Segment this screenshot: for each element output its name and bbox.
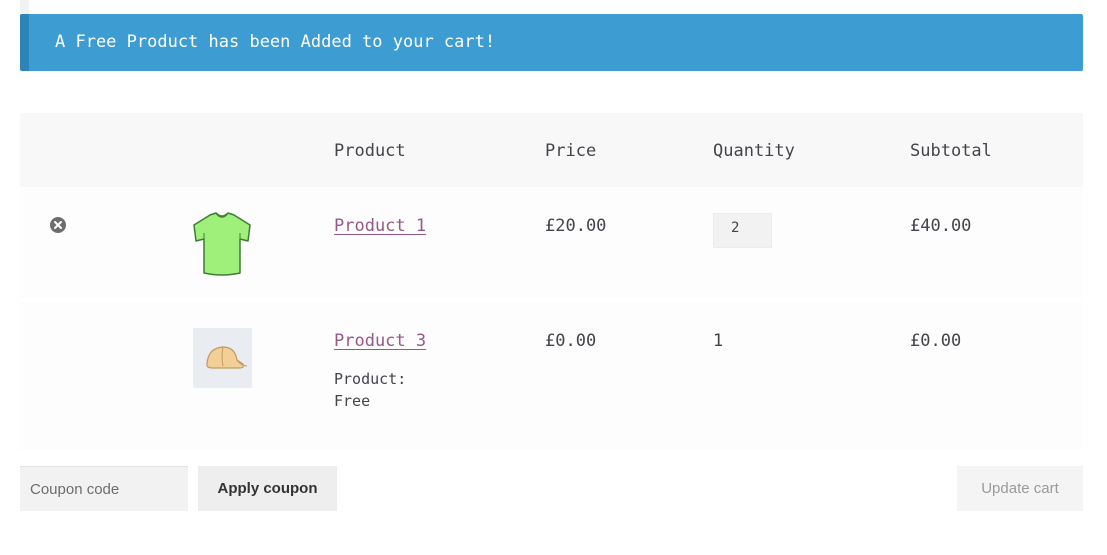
table-header: Product Price Quantity Subtotal [20,113,1083,187]
price: £0.00 [545,331,597,351]
coupon-code-input[interactable]: Coupon code [20,466,188,511]
product-link[interactable]: Product 3 [334,331,426,351]
cart-notice: A Free Product has been Added to your ca… [20,14,1083,71]
meta-label: Product: [334,370,407,388]
header-quantity: Quantity [713,141,795,161]
product-link[interactable]: Product 1 [334,216,426,236]
header-product: Product [334,141,406,161]
table-row: Product 1 £20.00 2 £40.00 [20,187,1083,299]
price: £20.00 [545,216,607,236]
subtotal: £0.00 [910,331,962,351]
update-cart-button[interactable]: Update cart [957,466,1083,511]
header-price: Price [545,141,597,161]
quantity-input[interactable]: 2 [713,213,772,248]
meta-value: Free [334,392,371,410]
notice-message: A Free Product has been Added to your ca… [55,32,496,52]
header-subtotal: Subtotal [910,141,992,161]
quantity: 1 [713,331,724,351]
tshirt-thumbnail[interactable] [190,211,254,279]
close-circle-icon[interactable] [50,217,66,233]
product-meta: Product: Free [334,368,406,412]
cap-thumbnail[interactable] [193,328,252,388]
table-row: Product 3 Product: Free £0.00 1 £0.00 [20,302,1083,450]
subtotal: £40.00 [910,216,972,236]
apply-coupon-button[interactable]: Apply coupon [198,466,337,511]
